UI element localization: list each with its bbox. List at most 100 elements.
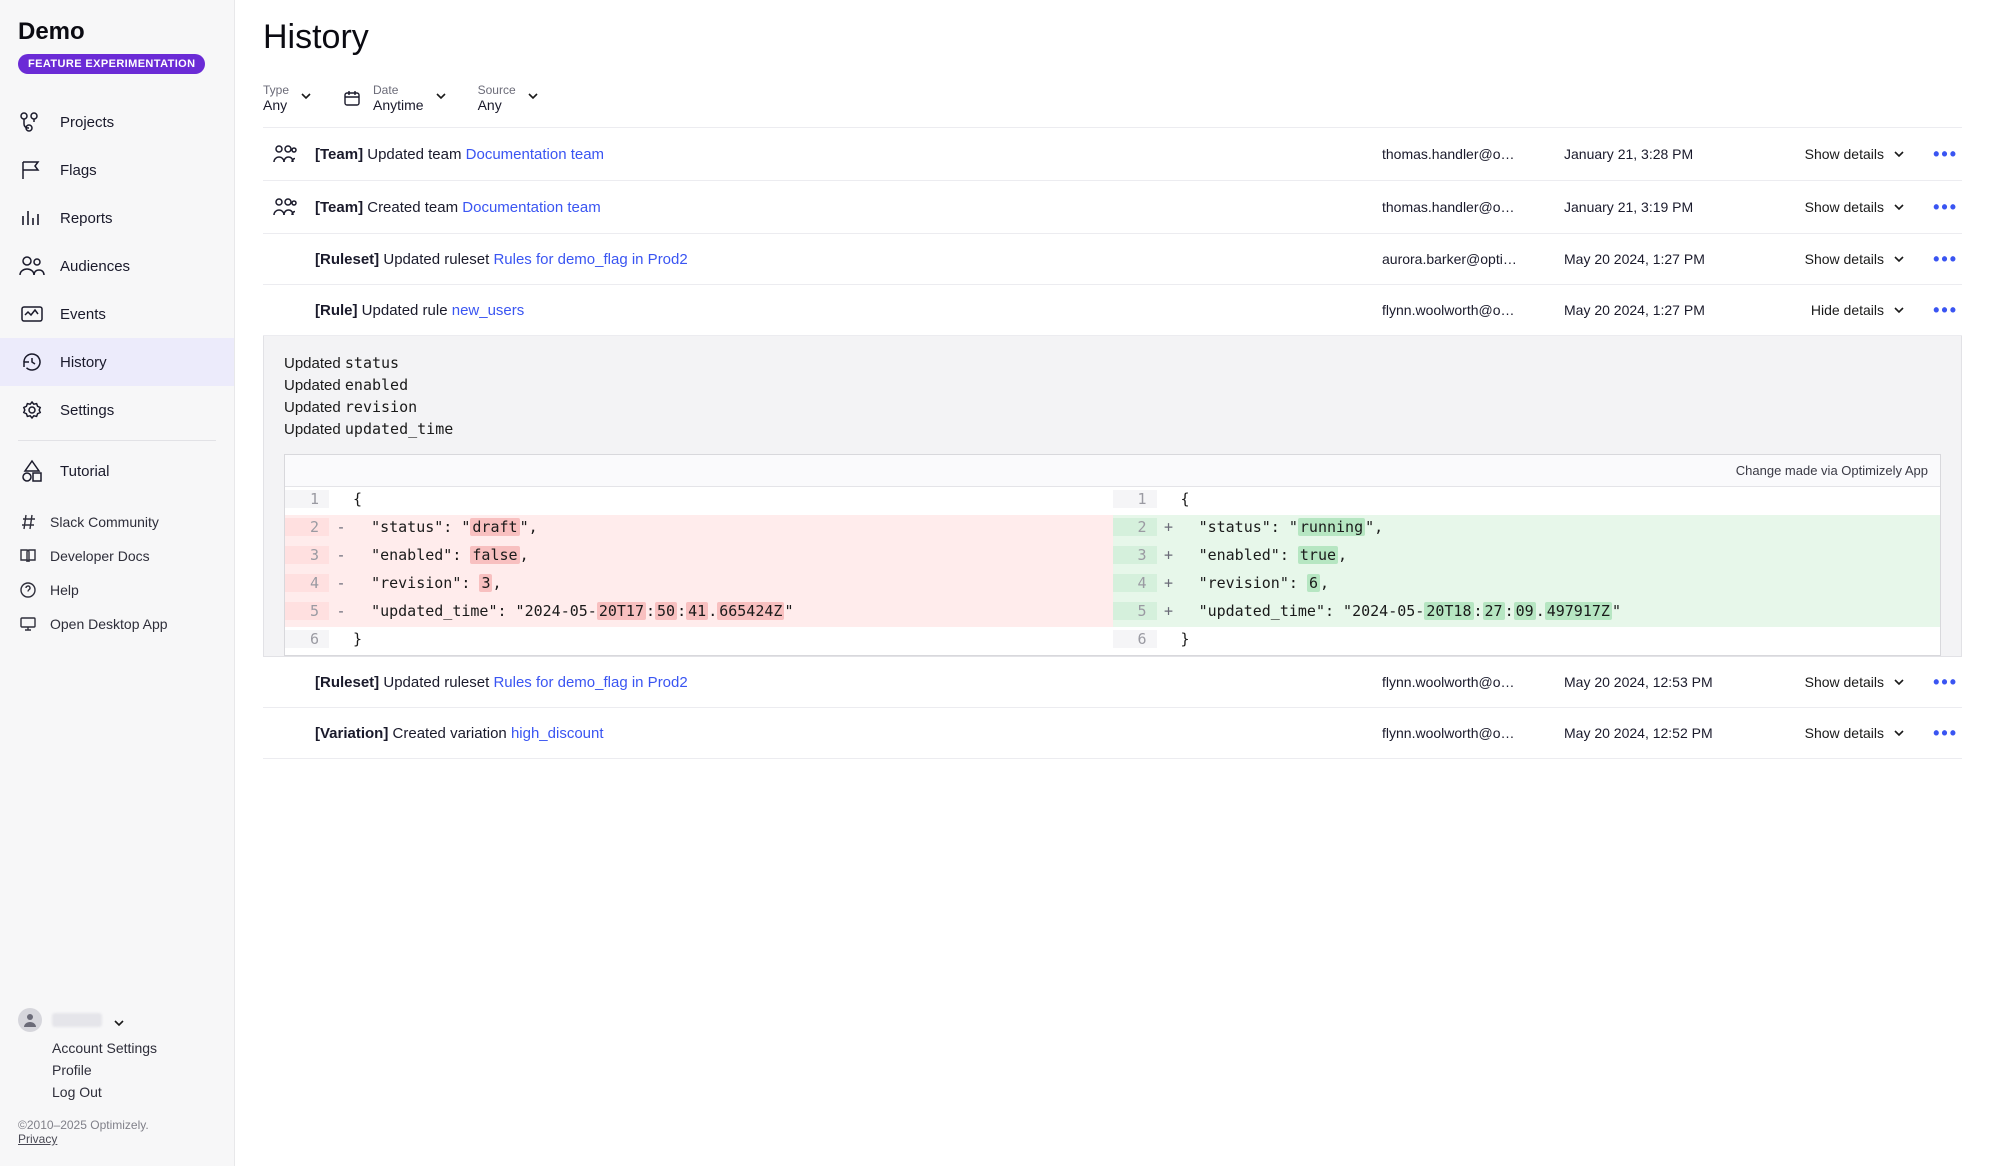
filter-source[interactable]: Source Any (478, 83, 540, 113)
row-date: January 21, 3:28 PM (1564, 146, 1764, 162)
tutorial-icon (18, 459, 46, 483)
diff-right: 1 { 2 + "status": "running", 3 + "enable… (1113, 487, 1941, 655)
history-row: [Rule] Updated rule new_users flynn.wool… (263, 285, 1962, 336)
link-account-settings[interactable]: Account Settings (18, 1038, 216, 1060)
filter-type[interactable]: Type Any (263, 83, 313, 113)
more-icon: ••• (1933, 145, 1958, 163)
row-entity-link[interactable]: Rules for demo_flag in Prod2 (493, 674, 687, 691)
chevron-down-icon (1892, 726, 1906, 740)
sidebar-item-projects[interactable]: Projects (0, 98, 234, 146)
copyright: ©2010–2025 Optimizely. (18, 1118, 216, 1132)
row-date: January 21, 3:19 PM (1564, 199, 1764, 215)
row-toggle-label: Show details (1805, 146, 1884, 162)
filter-value: Any (478, 97, 516, 113)
sidebar-item-label: History (60, 354, 107, 371)
help-icon (18, 581, 38, 599)
sidebar-item-history[interactable]: History (0, 338, 234, 386)
row-details-toggle[interactable]: Show details (1776, 199, 1906, 215)
row-category: [Ruleset] (315, 251, 379, 268)
diff-line-number: 2 (285, 518, 329, 536)
sidebar-item-events[interactable]: Events (0, 290, 234, 338)
filter-date[interactable]: Date Anytime (343, 83, 448, 113)
hash-icon (18, 513, 38, 531)
link-label: Open Desktop App (50, 616, 168, 632)
filter-value: Any (263, 97, 289, 113)
link-slack-community[interactable]: Slack Community (0, 505, 234, 539)
diff-code: } (353, 630, 1113, 648)
diff-viewer: Change made via Optimizely App 1 { 2 - "… (284, 454, 1941, 656)
row-entity-link[interactable]: new_users (452, 302, 525, 319)
row-details-toggle[interactable]: Show details (1776, 674, 1906, 690)
diff-line: 2 + "status": "running", (1113, 515, 1941, 543)
sidebar-item-audiences[interactable]: Audiences (0, 242, 234, 290)
history-row: [Variation] Created variation high_disco… (263, 708, 1962, 759)
link-help[interactable]: Help (0, 573, 234, 607)
detail-updated-field: Updated revision (284, 396, 1941, 418)
diff-source-label: Change made via Optimizely App (285, 455, 1940, 487)
main-content: History Type Any Date Anytime Source (235, 0, 1990, 1166)
row-date: May 20 2024, 1:27 PM (1564, 251, 1764, 267)
diff-sign: + (1157, 518, 1181, 536)
history-row: [Ruleset] Updated ruleset Rules for demo… (263, 234, 1962, 285)
row-details-toggle[interactable]: Show details (1776, 725, 1906, 741)
diff-line-number: 3 (1113, 546, 1157, 564)
diff-sign: + (1157, 574, 1181, 592)
secondary-nav: Slack Community Developer Docs Help Open… (0, 505, 234, 641)
row-action: Updated ruleset (383, 674, 493, 691)
row-actions-menu[interactable]: ••• (1918, 673, 1958, 691)
link-open-desktop-app[interactable]: Open Desktop App (0, 607, 234, 641)
row-entity-link[interactable]: high_discount (511, 725, 604, 742)
link-developer-docs[interactable]: Developer Docs (0, 539, 234, 573)
row-entity-link[interactable]: Documentation team (462, 199, 600, 216)
sidebar-item-settings[interactable]: Settings (0, 386, 234, 434)
diff-code: { (1181, 490, 1941, 508)
diff-line: 6 } (1113, 627, 1941, 655)
events-icon (18, 302, 46, 326)
diff-line: 3 + "enabled": true, (1113, 543, 1941, 571)
row-actions-menu[interactable]: ••• (1918, 145, 1958, 163)
row-details-toggle[interactable]: Hide details (1776, 302, 1906, 318)
row-actions-menu[interactable]: ••• (1918, 198, 1958, 216)
diff-sign: - (329, 602, 353, 620)
sidebar-item-tutorial[interactable]: Tutorial (0, 447, 234, 495)
calendar-icon (343, 89, 361, 107)
sidebar-item-label: Reports (60, 210, 113, 227)
diff-line-number: 6 (1113, 630, 1157, 648)
row-category: [Team] (315, 199, 363, 216)
row-entity-link[interactable]: Documentation team (466, 146, 604, 163)
row-user: thomas.handler@o… (1382, 146, 1552, 162)
row-entity-link[interactable]: Rules for demo_flag in Prod2 (493, 251, 687, 268)
diff-line: 4 + "revision": 6, (1113, 571, 1941, 599)
chevron-down-icon (1892, 200, 1906, 214)
diff-line: 5 + "updated_time": "2024-05-20T18:27:09… (1113, 599, 1941, 627)
row-toggle-label: Show details (1805, 251, 1884, 267)
chevron-down-icon (1892, 303, 1906, 317)
row-toggle-label: Hide details (1811, 302, 1884, 318)
filter-label: Source (478, 83, 516, 97)
brand-title: Demo (18, 18, 216, 46)
diff-line: 4 - "revision": 3, (285, 571, 1113, 599)
row-category: [Team] (315, 146, 363, 163)
row-action: Updated team (367, 146, 465, 163)
user-menu[interactable] (18, 1008, 216, 1032)
row-details-toggle[interactable]: Show details (1776, 251, 1906, 267)
row-type-icon (267, 197, 303, 217)
chevron-down-icon (299, 89, 313, 103)
row-actions-menu[interactable]: ••• (1918, 250, 1958, 268)
row-details-toggle[interactable]: Show details (1776, 146, 1906, 162)
filter-label: Date (373, 83, 424, 97)
diff-code: } (1181, 630, 1941, 648)
link-profile[interactable]: Profile (18, 1060, 216, 1082)
link-log-out[interactable]: Log Out (18, 1082, 216, 1104)
sidebar-item-reports[interactable]: Reports (0, 194, 234, 242)
row-category: [Variation] (315, 725, 388, 742)
sidebar-item-flags[interactable]: Flags (0, 146, 234, 194)
link-privacy[interactable]: Privacy (18, 1132, 57, 1146)
diff-code: "status": "draft", (353, 518, 1113, 536)
sidebar-item-label: Audiences (60, 258, 130, 275)
row-actions-menu[interactable]: ••• (1918, 301, 1958, 319)
user-name-redacted (52, 1013, 102, 1027)
link-label: Developer Docs (50, 548, 150, 564)
row-summary: [Team] Updated team Documentation team (315, 146, 1370, 163)
row-actions-menu[interactable]: ••• (1918, 724, 1958, 742)
